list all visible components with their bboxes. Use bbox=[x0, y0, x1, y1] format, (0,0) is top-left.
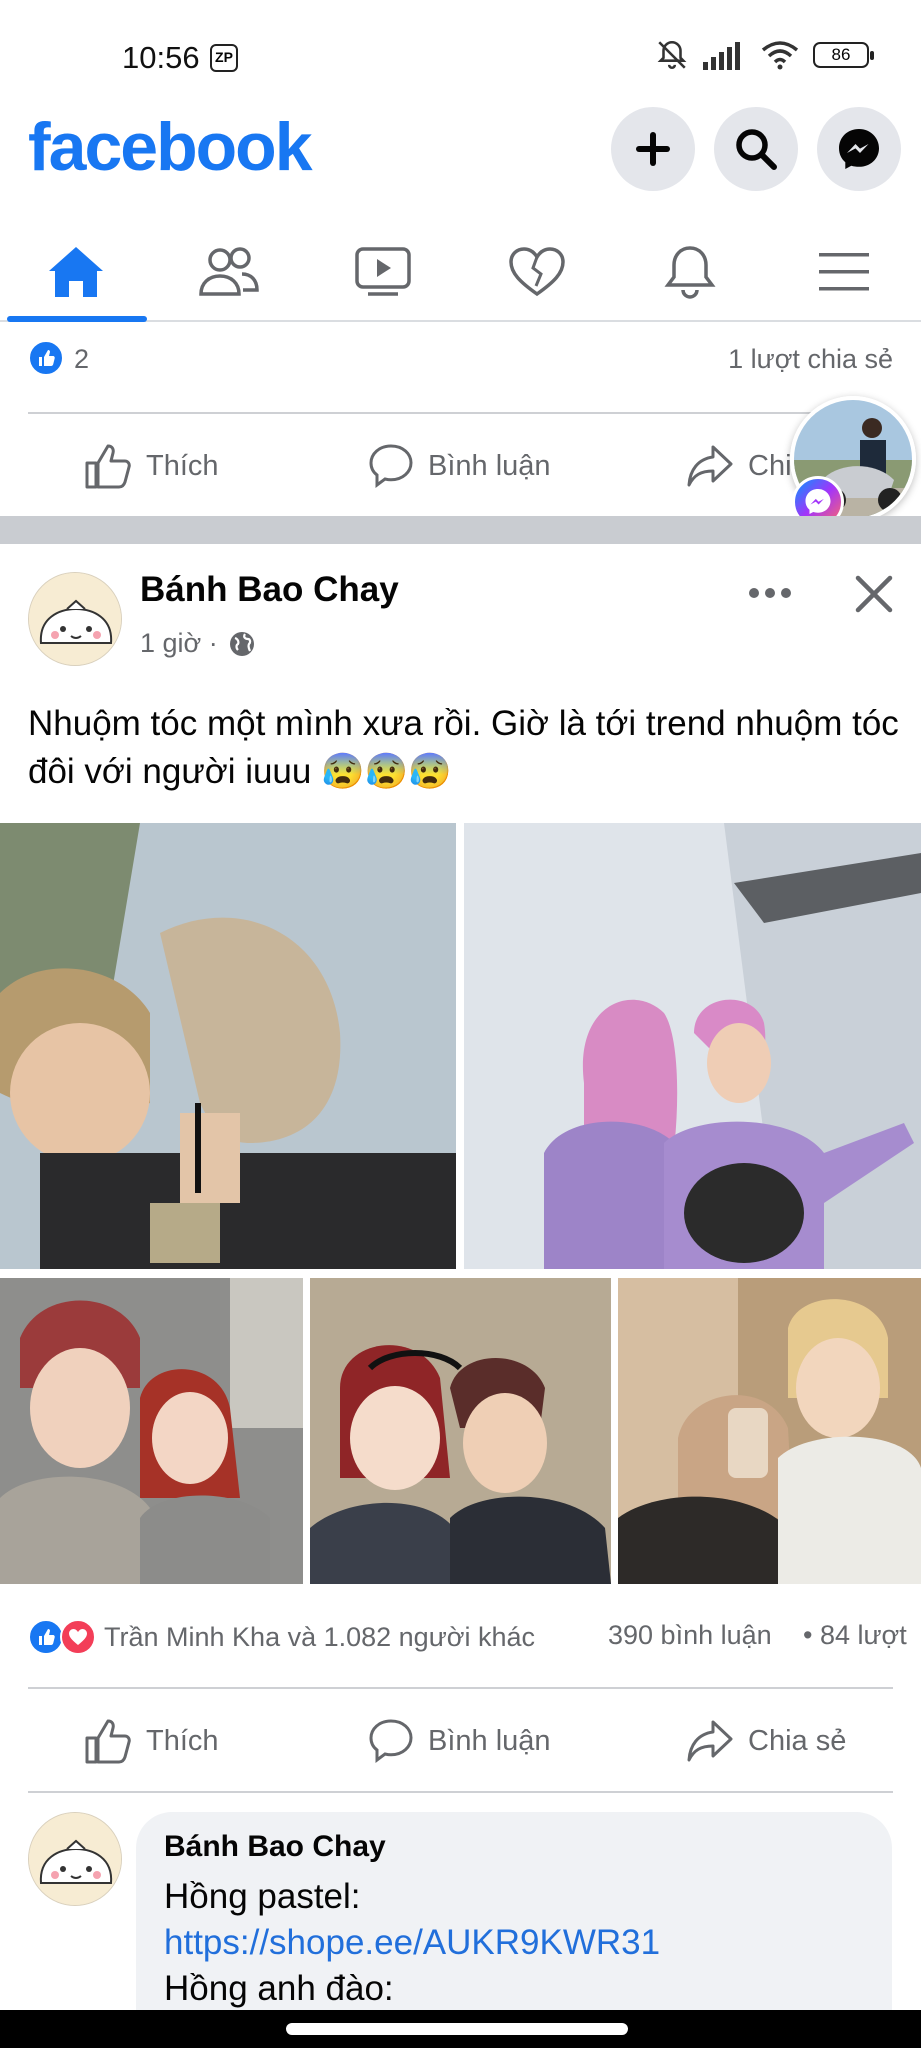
hide-post-button[interactable] bbox=[846, 566, 902, 622]
home-icon bbox=[49, 247, 103, 297]
share-icon bbox=[687, 445, 733, 487]
hamburger-menu-icon bbox=[819, 253, 869, 291]
friends-icon bbox=[199, 247, 259, 296]
post-time[interactable]: 1 giờ · bbox=[140, 628, 218, 659]
share-button[interactable]: Chia sẻ bbox=[686, 1691, 846, 1791]
signal-icon bbox=[703, 42, 740, 70]
photo-couple-red-1 bbox=[0, 1278, 303, 1584]
wifi-icon bbox=[761, 41, 799, 70]
tab-home[interactable] bbox=[2, 222, 150, 322]
post-photo[interactable] bbox=[464, 823, 921, 1269]
close-icon bbox=[855, 575, 893, 613]
share-count[interactable]: • 84 lượt bbox=[803, 1620, 907, 1651]
tab-dating[interactable] bbox=[463, 222, 611, 322]
post-more-button[interactable] bbox=[740, 568, 800, 618]
search-button[interactable] bbox=[714, 107, 798, 191]
status-time: 10:56 bbox=[122, 40, 200, 75]
comment-link[interactable]: https://shope.ee/AUKR9KWR31 bbox=[164, 1920, 864, 1966]
comment-author[interactable]: Bánh Bao Chay bbox=[164, 1830, 864, 1864]
reactions-summary[interactable]: Trần Minh Kha và 1.082 người khác bbox=[28, 1617, 535, 1657]
photo-couple-pink bbox=[464, 823, 921, 1269]
messenger-button[interactable] bbox=[817, 107, 901, 191]
commenter-avatar-art bbox=[29, 1813, 121, 1905]
comment-button[interactable]: Bình luận bbox=[368, 1691, 551, 1791]
more-dots-icon bbox=[749, 588, 791, 598]
share-icon bbox=[687, 1720, 733, 1762]
like-reaction-icon bbox=[28, 340, 64, 376]
like-reaction-icon bbox=[28, 1619, 64, 1655]
post-photo[interactable] bbox=[0, 1278, 303, 1584]
like-button[interactable]: Thích bbox=[84, 416, 219, 516]
comment-count[interactable]: 390 bình luận bbox=[608, 1620, 772, 1651]
status-bar: 10:56 ZP 86 bbox=[0, 0, 921, 110]
comment-label: Bình luận bbox=[428, 1724, 551, 1757]
divider bbox=[28, 412, 893, 414]
mute-bell-icon bbox=[657, 40, 687, 69]
active-tab-indicator bbox=[7, 316, 147, 322]
battery-icon: 86 bbox=[813, 42, 874, 68]
like-label: Thích bbox=[146, 449, 219, 482]
main-nav bbox=[0, 222, 921, 322]
love-reaction-icon bbox=[60, 1619, 96, 1655]
previous-like-count[interactable]: 2 bbox=[74, 344, 89, 375]
commenter-avatar[interactable] bbox=[28, 1812, 122, 1906]
home-gesture-bar[interactable] bbox=[286, 2023, 628, 2035]
post-photo[interactable] bbox=[310, 1278, 611, 1584]
post-author-name[interactable]: Bánh Bao Chay bbox=[140, 570, 399, 610]
comment-label: Bình luận bbox=[428, 449, 551, 482]
comment-icon bbox=[369, 444, 413, 488]
author-avatar-art bbox=[29, 573, 121, 665]
post-photo[interactable] bbox=[618, 1278, 921, 1584]
watch-icon bbox=[355, 247, 411, 296]
tab-notifications[interactable] bbox=[616, 222, 764, 322]
bell-icon bbox=[664, 246, 716, 299]
share-label: Chia sẻ bbox=[748, 1724, 847, 1757]
globe-icon bbox=[229, 631, 254, 656]
tab-friends[interactable] bbox=[155, 222, 303, 322]
zalo-pay-badge-icon: ZP bbox=[210, 44, 238, 72]
author-avatar[interactable] bbox=[28, 572, 122, 666]
comment-button[interactable]: Bình luận bbox=[368, 416, 551, 516]
status-icons: 86 bbox=[655, 38, 874, 72]
previous-share-count[interactable]: 1 lượt chia sẻ bbox=[728, 344, 893, 375]
previous-post-actions: Thích Bình luận Chia bbox=[0, 416, 921, 516]
tab-watch[interactable] bbox=[309, 222, 457, 322]
photo-couple-red-2 bbox=[310, 1278, 611, 1584]
thumbs-up-icon bbox=[85, 1719, 131, 1764]
facebook-logo[interactable]: facebook bbox=[28, 108, 313, 186]
search-icon bbox=[736, 129, 777, 170]
divider bbox=[28, 1687, 893, 1689]
photo-couple-blonde-2 bbox=[618, 1278, 921, 1584]
comment-icon bbox=[369, 1719, 413, 1763]
photo-couple-blonde bbox=[0, 823, 456, 1269]
like-button[interactable]: Thích bbox=[84, 1691, 219, 1791]
divider bbox=[28, 1791, 893, 1793]
reactions-text: Trần Minh Kha và 1.082 người khác bbox=[104, 1621, 536, 1652]
previous-post-stats: 2 1 lượt chia sẻ bbox=[0, 330, 921, 390]
comment-line: Hồng anh đào: bbox=[164, 1969, 394, 2008]
tab-menu[interactable] bbox=[770, 222, 918, 322]
like-label: Thích bbox=[146, 1724, 219, 1757]
post-actions: Thích Bình luận Chia sẻ bbox=[0, 1691, 921, 1791]
plus-icon bbox=[636, 132, 670, 166]
comment-line: Hồng pastel: bbox=[164, 1877, 361, 1916]
thumbs-up-icon bbox=[85, 444, 131, 489]
messenger-icon bbox=[839, 129, 879, 169]
post-separator bbox=[0, 516, 921, 544]
post-meta: 1 giờ · bbox=[140, 628, 256, 659]
heart-icon bbox=[509, 247, 565, 297]
post-photo[interactable] bbox=[0, 823, 456, 1269]
post-text: Nhuộm tóc một mình xưa rồi. Giờ là tới t… bbox=[28, 704, 899, 791]
create-button[interactable] bbox=[611, 107, 695, 191]
